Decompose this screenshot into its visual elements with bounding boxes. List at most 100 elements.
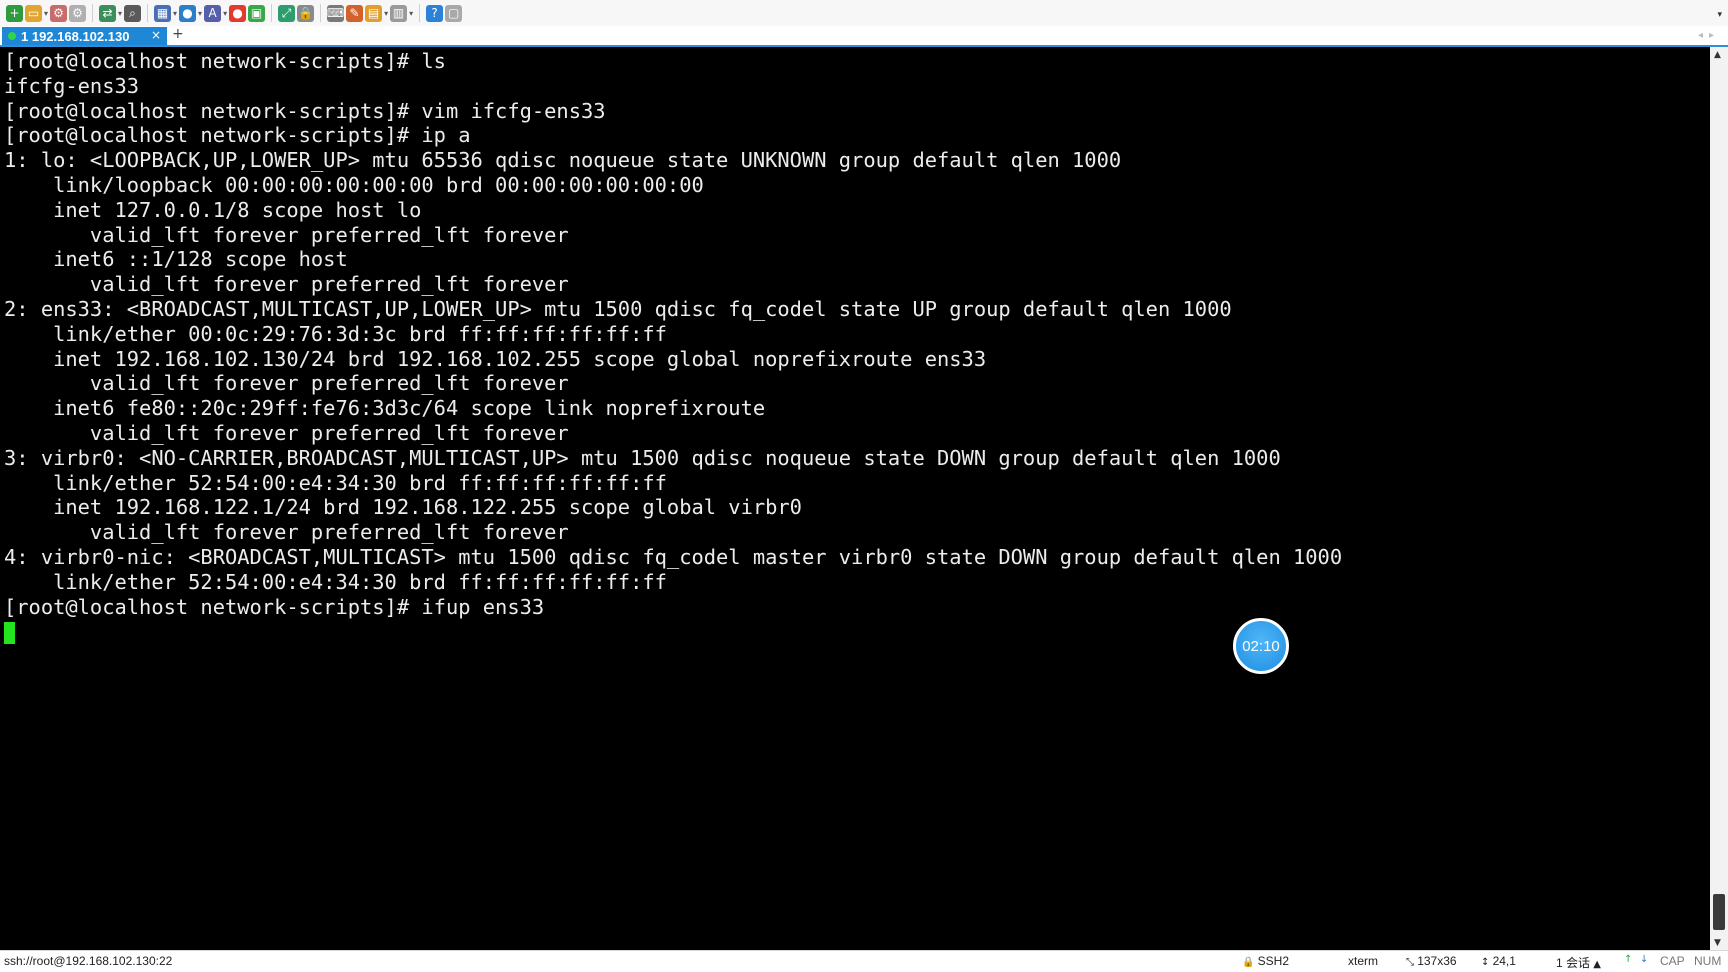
terminal-line: 3: virbr0: <NO-CARRIER,BROADCAST,MULTICA… bbox=[4, 445, 1281, 470]
toolbar-separator bbox=[271, 4, 273, 22]
file-transfer-button[interactable]: ▤ ▾ bbox=[365, 2, 388, 24]
tab-scroll-arrows-icon[interactable]: ◂▸ bbox=[1698, 30, 1720, 41]
terminal-line: valid_lft forever preferred_lft forever bbox=[4, 520, 569, 545]
terminal-scrollbar[interactable]: ▲ ▼ bbox=[1710, 47, 1728, 950]
terminal-line: valid_lft forever preferred_lft forever bbox=[4, 272, 569, 297]
terminal-line: inet 127.0.0.1/8 scope host lo bbox=[4, 197, 422, 222]
find-button[interactable]: ⌕ bbox=[124, 2, 142, 24]
terminal-line: [root@localhost network-scripts]# ip a bbox=[4, 123, 471, 148]
terminal-view[interactable]: [root@localhost network-scripts]# ls ifcf… bbox=[0, 47, 1710, 950]
transfer-button[interactable]: ⇄ ▾ bbox=[99, 2, 122, 24]
connect-button[interactable]: ⚙ bbox=[50, 2, 68, 24]
dropdown-arrow-icon[interactable]: ▾ bbox=[44, 9, 48, 18]
chat-icon: ▢ bbox=[445, 4, 463, 22]
highlight-icon: ✎ bbox=[346, 4, 364, 22]
download-arrow-icon: ↓ bbox=[1640, 954, 1649, 965]
terminal-line: 4: virbr0-nic: <BROADCAST,MULTICAST> mtu… bbox=[4, 544, 1343, 569]
new-session-button[interactable]: + bbox=[6, 2, 23, 24]
terminal-line: 1: lo: <LOOPBACK,UP,LOWER_UP> mtu 65536 … bbox=[4, 148, 1122, 173]
status-sessions[interactable]: 1 会话 ▲ bbox=[1556, 954, 1601, 971]
status-bar: ssh://root@192.168.102.130:22 🔒 SSH2 xte… bbox=[0, 950, 1728, 972]
terminal-line: 2: ens33: <BROADCAST,MULTICAST,UP,LOWER_… bbox=[4, 296, 1232, 321]
fullscreen-button[interactable]: ⤢ bbox=[278, 2, 296, 24]
record-button[interactable]: ● bbox=[229, 2, 247, 24]
timer-badge-text: 02:10 bbox=[1242, 637, 1280, 655]
dropdown-arrow-icon[interactable]: ▾ bbox=[173, 9, 177, 18]
dropdown-arrow-icon[interactable]: ▾ bbox=[409, 9, 413, 18]
terminal-output: [root@localhost network-scripts]# ls ifcf… bbox=[4, 49, 1342, 644]
status-sessions-label: 1 会话 bbox=[1556, 956, 1591, 970]
highlight-button[interactable]: ✎ bbox=[346, 2, 364, 24]
terminal-line: valid_lft forever preferred_lft forever bbox=[4, 222, 569, 247]
status-size-label: 137x36 bbox=[1417, 954, 1457, 968]
terminal-line: ifcfg-ens33 bbox=[4, 73, 140, 98]
status-cursor-pos-label: 24,1 bbox=[1492, 954, 1516, 968]
view-button[interactable]: ▥ ▾ bbox=[390, 2, 413, 24]
globe-button[interactable]: ● ▾ bbox=[179, 2, 202, 24]
timer-badge: 02:10 bbox=[1233, 618, 1289, 674]
terminal-line: [root@localhost network-scripts]# ls bbox=[4, 49, 446, 73]
toolbar-separator bbox=[92, 4, 94, 22]
terminal-line: valid_lft forever preferred_lft forever bbox=[4, 420, 569, 445]
status-size: ⤡ 137x36 bbox=[1406, 954, 1457, 968]
new-tab-icon[interactable]: + bbox=[172, 26, 184, 42]
terminal-line: link/ether 52:54:00:e4:34:30 brd ff:ff:f… bbox=[4, 470, 667, 495]
scroll-down-icon[interactable]: ▼ bbox=[1714, 938, 1721, 948]
sessions-up-icon: ▲ bbox=[1590, 959, 1601, 970]
cursor-pos-icon: ↕ bbox=[1481, 957, 1493, 968]
status-protocol-label: SSH2 bbox=[1257, 954, 1289, 968]
script-icon: ▣ bbox=[248, 4, 266, 22]
toolbar-separator bbox=[320, 4, 322, 22]
terminal-line: link/ether 00:0c:29:76:3d:3c brd ff:ff:f… bbox=[4, 321, 667, 346]
keyboard-icon: ⌨ bbox=[326, 4, 345, 22]
dropdown-arrow-icon[interactable]: ▾ bbox=[198, 9, 202, 18]
globe-icon: ● bbox=[179, 4, 197, 22]
dropdown-arrow-icon[interactable]: ▾ bbox=[223, 9, 227, 18]
lock-status-icon: 🔒 bbox=[1242, 957, 1258, 968]
terminal-cursor-line bbox=[4, 619, 1342, 644]
status-cursor-pos: ↕ 24,1 bbox=[1481, 954, 1516, 968]
upload-arrow-icon: ↑ bbox=[1624, 954, 1633, 965]
find-icon: ⌕ bbox=[124, 4, 142, 22]
session-tab-label: 1 192.168.102.130 bbox=[21, 28, 130, 44]
lock-button[interactable]: 🔒 bbox=[297, 2, 315, 24]
file-transfer-icon: ▤ bbox=[365, 4, 383, 22]
terminal-line: [root@localhost network-scripts]# vim if… bbox=[4, 98, 606, 123]
transfer-icon: ⇄ bbox=[99, 4, 117, 22]
help-button[interactable]: ? bbox=[426, 2, 444, 24]
dropdown-arrow-icon[interactable]: ▾ bbox=[384, 9, 388, 18]
font-button[interactable]: A ▾ bbox=[204, 2, 227, 24]
fullscreen-icon: ⤢ bbox=[278, 4, 296, 22]
terminal-line: link/ether 52:54:00:e4:34:30 brd ff:ff:f… bbox=[4, 569, 667, 594]
session-tab[interactable]: 1 192.168.102.130 × bbox=[2, 27, 167, 45]
terminal-line: link/loopback 00:00:00:00:00:00 brd 00:0… bbox=[4, 172, 704, 197]
lock-icon: 🔒 bbox=[297, 4, 315, 22]
toolbar-separator bbox=[419, 4, 421, 22]
open-folder-button[interactable]: ▭ ▾ bbox=[25, 2, 48, 24]
disconnect-icon: ⚙ bbox=[69, 4, 87, 22]
keyboard-button[interactable]: ⌨ bbox=[327, 2, 344, 24]
connect-icon: ⚙ bbox=[50, 4, 68, 22]
terminal-line: inet6 ::1/128 scope host bbox=[4, 247, 348, 272]
tab-close-icon[interactable]: × bbox=[151, 28, 161, 42]
status-cap: CAP bbox=[1660, 954, 1685, 968]
layout-icon: ▦ bbox=[154, 4, 172, 22]
toolbar: + ▭ ▾ ⚙ ⚙ ⇄ ▾ ⌕ ▦ ▾ ● ▾ A ▾ ● ▣ ⤢ 🔒 ⌨ ✎ ▤ ▾ ▥ ▾? ▢ ▾ bbox=[0, 0, 1728, 26]
status-connection: ssh://root@192.168.102.130:22 bbox=[4, 954, 173, 968]
dropdown-arrow-icon[interactable]: ▾ bbox=[118, 9, 122, 18]
toolbar-overflow-icon[interactable]: ▾ bbox=[1717, 10, 1722, 20]
help-icon: ? bbox=[426, 4, 444, 22]
new-session-icon: + bbox=[6, 4, 23, 22]
scroll-up-icon[interactable]: ▲ bbox=[1714, 50, 1721, 60]
terminal-line: inet 192.168.122.1/24 brd 192.168.122.25… bbox=[4, 495, 802, 520]
terminal-line: inet 192.168.102.130/24 brd 192.168.102.… bbox=[4, 346, 987, 371]
connected-status-icon bbox=[8, 32, 16, 40]
scrollbar-thumb[interactable] bbox=[1713, 894, 1725, 930]
view-icon: ▥ bbox=[390, 4, 408, 22]
layout-button[interactable]: ▦ ▾ bbox=[154, 2, 177, 24]
open-folder-icon: ▭ bbox=[25, 4, 42, 22]
script-button[interactable]: ▣ bbox=[248, 2, 266, 24]
disconnect-button[interactable]: ⚙ bbox=[69, 2, 87, 24]
chat-button[interactable]: ▢ bbox=[445, 2, 463, 24]
terminal-line: valid_lft forever preferred_lft forever bbox=[4, 371, 569, 396]
